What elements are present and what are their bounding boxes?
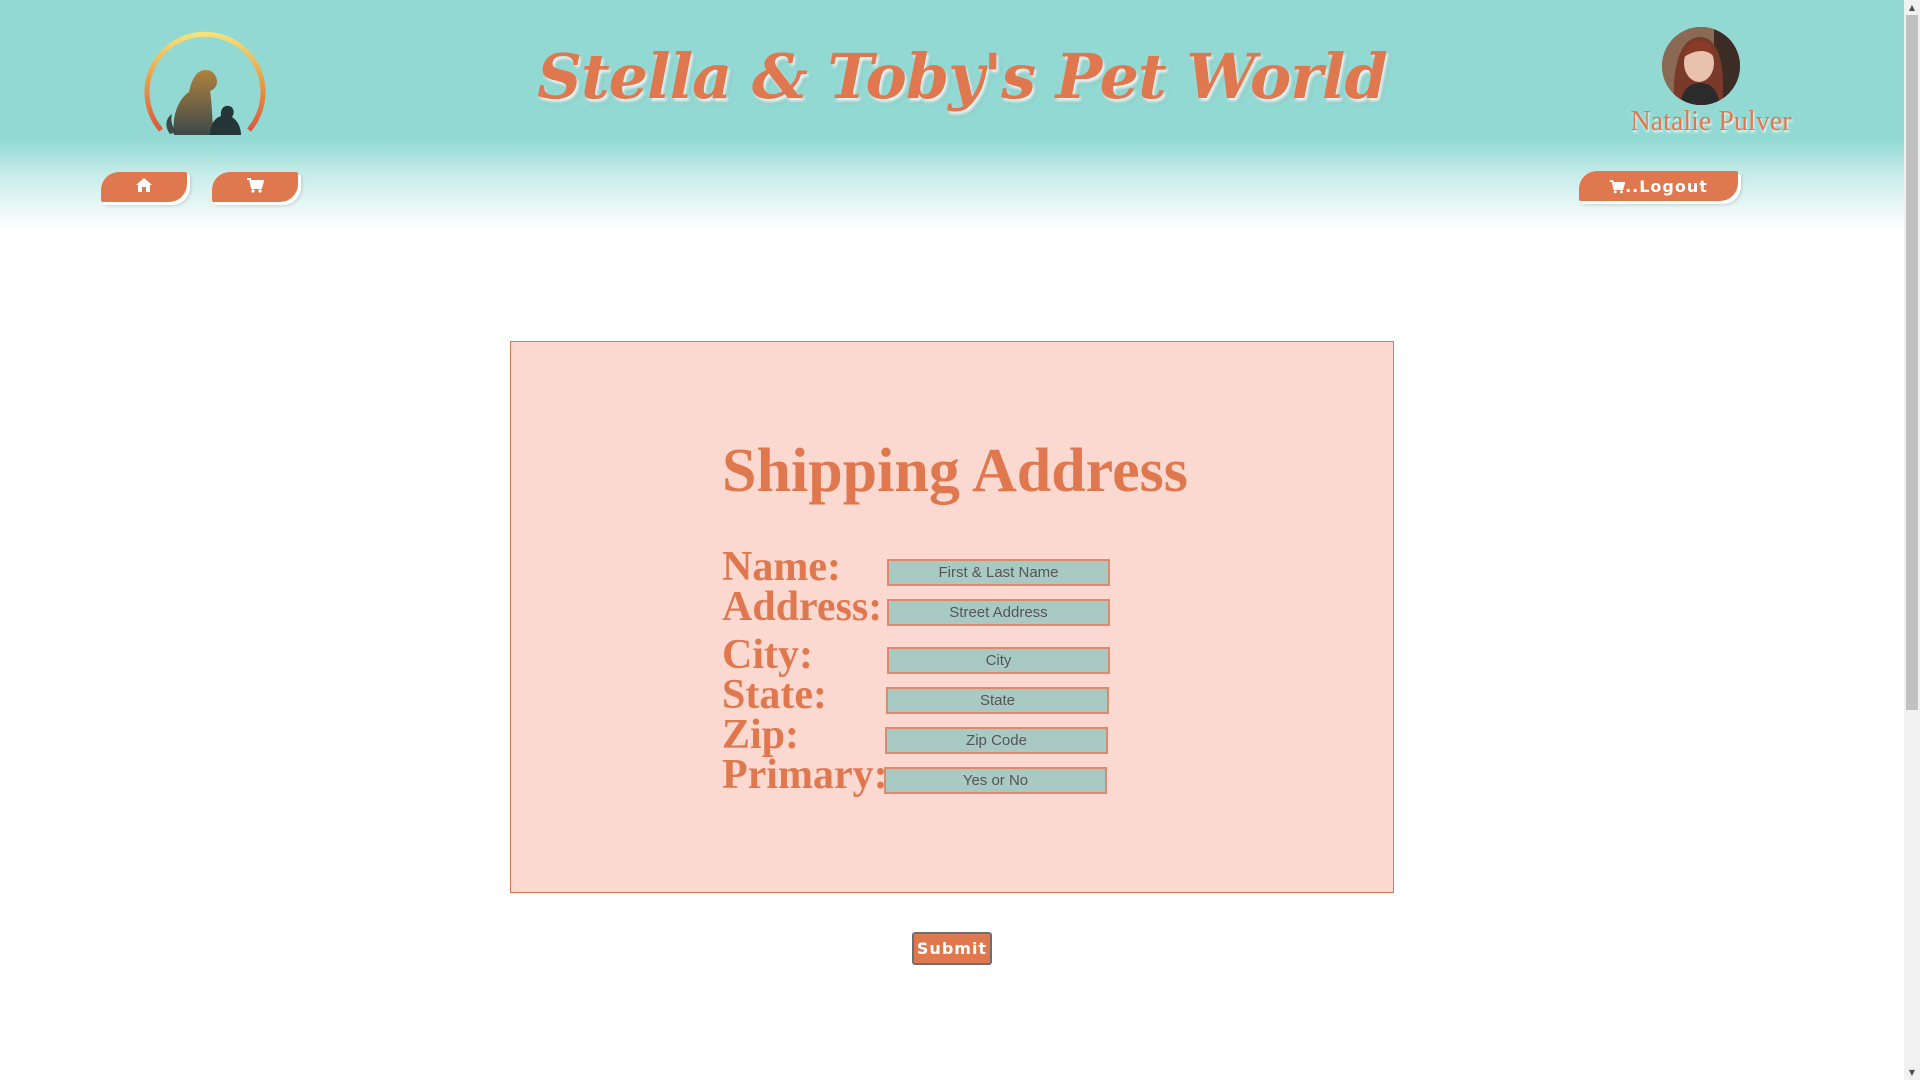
primary-label: Primary: — [722, 752, 888, 798]
scroll-up-icon[interactable]: ▲ — [1904, 0, 1920, 15]
zip-label: Zip: — [722, 712, 800, 758]
home-button[interactable] — [101, 172, 187, 202]
cart-icon — [246, 177, 265, 197]
user-name: Natalie Pulver — [1630, 106, 1792, 137]
scroll-thumb[interactable] — [1906, 15, 1918, 710]
address-label: Address: — [722, 584, 883, 630]
address-field[interactable] — [887, 599, 1110, 626]
logout-button[interactable]: ..Logout — [1579, 171, 1738, 201]
cart-button[interactable] — [212, 172, 298, 202]
city-label: City: — [722, 632, 813, 678]
cart-icon — [1609, 179, 1626, 194]
logout-label: ..Logout — [1625, 176, 1708, 196]
zip-field[interactable] — [885, 727, 1108, 754]
submit-button[interactable]: Submit — [912, 932, 992, 965]
form-title: Shipping Address — [722, 437, 1188, 505]
state-label: State: — [722, 672, 827, 718]
name-label: Name: — [722, 544, 841, 590]
site-title: Stella & Toby's Pet World — [537, 40, 1388, 113]
city-field[interactable] — [887, 647, 1110, 674]
scroll-down-icon[interactable]: ▼ — [1904, 1065, 1920, 1080]
state-field[interactable] — [886, 687, 1109, 714]
name-field[interactable] — [887, 559, 1110, 586]
primary-field[interactable] — [884, 767, 1107, 794]
user-avatar[interactable] — [1662, 27, 1740, 105]
home-icon — [135, 177, 153, 197]
